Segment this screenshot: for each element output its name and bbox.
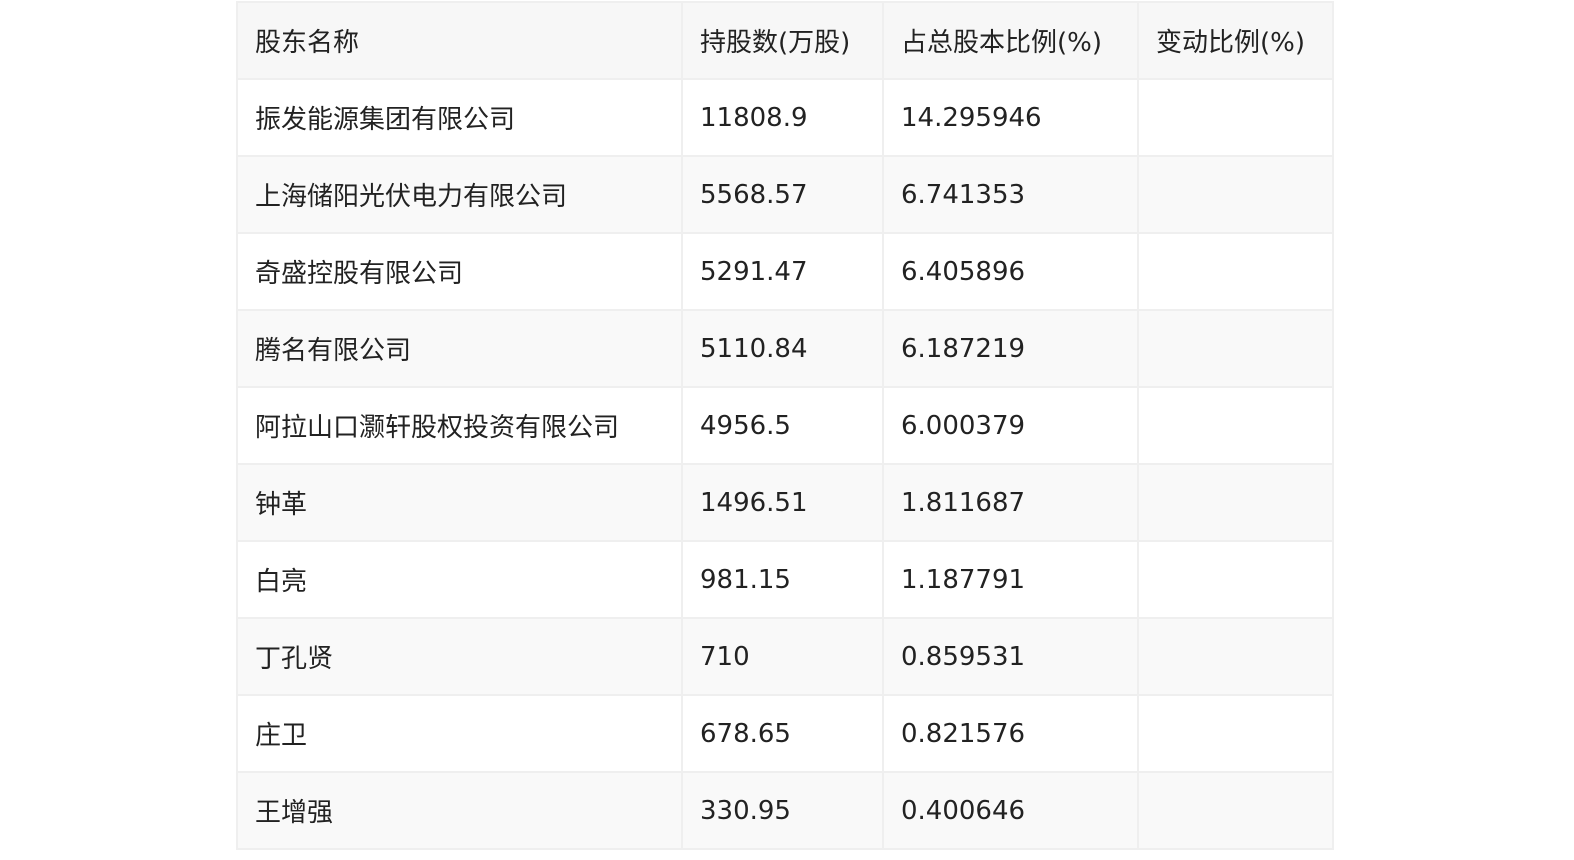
cell-share-ratio: 6.405896 bbox=[882, 232, 1139, 311]
table-row: 腾名有限公司 5110.84 6.187219 bbox=[236, 309, 1334, 388]
cell-share-ratio: 0.821576 bbox=[882, 694, 1139, 773]
cell-shareholder-name: 腾名有限公司 bbox=[236, 309, 683, 388]
cell-shareholder-name: 庄卫 bbox=[236, 694, 683, 773]
cell-share-ratio: 1.187791 bbox=[882, 540, 1139, 619]
cell-shareholder-name: 上海储阳光伏电力有限公司 bbox=[236, 155, 683, 234]
header-shares-held: 持股数(万股) bbox=[681, 1, 884, 80]
cell-change-ratio bbox=[1137, 155, 1334, 234]
cell-shareholder-name: 白亮 bbox=[236, 540, 683, 619]
cell-shareholder-name: 丁孔贤 bbox=[236, 617, 683, 696]
cell-change-ratio bbox=[1137, 617, 1334, 696]
cell-share-ratio: 0.400646 bbox=[882, 771, 1139, 850]
cell-change-ratio bbox=[1137, 78, 1334, 157]
table-row: 奇盛控股有限公司 5291.47 6.405896 bbox=[236, 232, 1334, 311]
table-row: 阿拉山口灏轩股权投资有限公司 4956.5 6.000379 bbox=[236, 386, 1334, 465]
cell-change-ratio bbox=[1137, 232, 1334, 311]
header-shareholder-name: 股东名称 bbox=[236, 1, 683, 80]
cell-change-ratio bbox=[1137, 386, 1334, 465]
cell-change-ratio bbox=[1137, 540, 1334, 619]
cell-shares-held: 981.15 bbox=[681, 540, 884, 619]
cell-shareholder-name: 钟革 bbox=[236, 463, 683, 542]
cell-shares-held: 5291.47 bbox=[681, 232, 884, 311]
table-row: 振发能源集团有限公司 11808.9 14.295946 bbox=[236, 78, 1334, 157]
cell-change-ratio bbox=[1137, 463, 1334, 542]
cell-share-ratio: 14.295946 bbox=[882, 78, 1139, 157]
table-body: 振发能源集团有限公司 11808.9 14.295946 上海储阳光伏电力有限公… bbox=[236, 78, 1334, 850]
table-row: 白亮 981.15 1.187791 bbox=[236, 540, 1334, 619]
table-row: 庄卫 678.65 0.821576 bbox=[236, 694, 1334, 773]
cell-share-ratio: 1.811687 bbox=[882, 463, 1139, 542]
cell-shares-held: 5568.57 bbox=[681, 155, 884, 234]
shareholder-table-container: 股东名称 持股数(万股) 占总股本比例(%) 变动比例(%) 振发能源集团有限公… bbox=[236, 1, 1334, 850]
cell-shareholder-name: 王增强 bbox=[236, 771, 683, 850]
table-header: 股东名称 持股数(万股) 占总股本比例(%) 变动比例(%) bbox=[236, 1, 1334, 80]
cell-change-ratio bbox=[1137, 771, 1334, 850]
header-share-ratio: 占总股本比例(%) bbox=[882, 1, 1139, 80]
header-row: 股东名称 持股数(万股) 占总股本比例(%) 变动比例(%) bbox=[236, 1, 1334, 80]
cell-shareholder-name: 振发能源集团有限公司 bbox=[236, 78, 683, 157]
cell-shares-held: 710 bbox=[681, 617, 884, 696]
cell-share-ratio: 6.741353 bbox=[882, 155, 1139, 234]
table-row: 丁孔贤 710 0.859531 bbox=[236, 617, 1334, 696]
shareholder-table: 股东名称 持股数(万股) 占总股本比例(%) 变动比例(%) 振发能源集团有限公… bbox=[236, 1, 1334, 850]
cell-shareholder-name: 奇盛控股有限公司 bbox=[236, 232, 683, 311]
cell-shares-held: 5110.84 bbox=[681, 309, 884, 388]
cell-shares-held: 330.95 bbox=[681, 771, 884, 850]
table-row: 王增强 330.95 0.400646 bbox=[236, 771, 1334, 850]
cell-shareholder-name: 阿拉山口灏轩股权投资有限公司 bbox=[236, 386, 683, 465]
cell-shares-held: 4956.5 bbox=[681, 386, 884, 465]
cell-share-ratio: 6.000379 bbox=[882, 386, 1139, 465]
cell-share-ratio: 0.859531 bbox=[882, 617, 1139, 696]
table-row: 上海储阳光伏电力有限公司 5568.57 6.741353 bbox=[236, 155, 1334, 234]
cell-change-ratio bbox=[1137, 309, 1334, 388]
cell-change-ratio bbox=[1137, 694, 1334, 773]
cell-shares-held: 11808.9 bbox=[681, 78, 884, 157]
cell-shares-held: 1496.51 bbox=[681, 463, 884, 542]
table-row: 钟革 1496.51 1.811687 bbox=[236, 463, 1334, 542]
cell-shares-held: 678.65 bbox=[681, 694, 884, 773]
cell-share-ratio: 6.187219 bbox=[882, 309, 1139, 388]
header-change-ratio: 变动比例(%) bbox=[1137, 1, 1334, 80]
